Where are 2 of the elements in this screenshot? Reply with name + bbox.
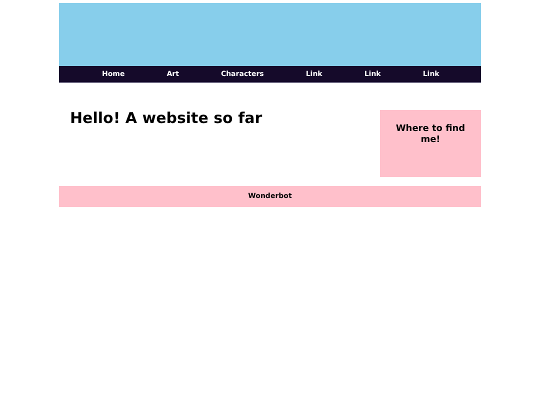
aside-heading: Where to find me! bbox=[394, 124, 466, 147]
page-heading: Hello! A website so far bbox=[70, 109, 262, 129]
